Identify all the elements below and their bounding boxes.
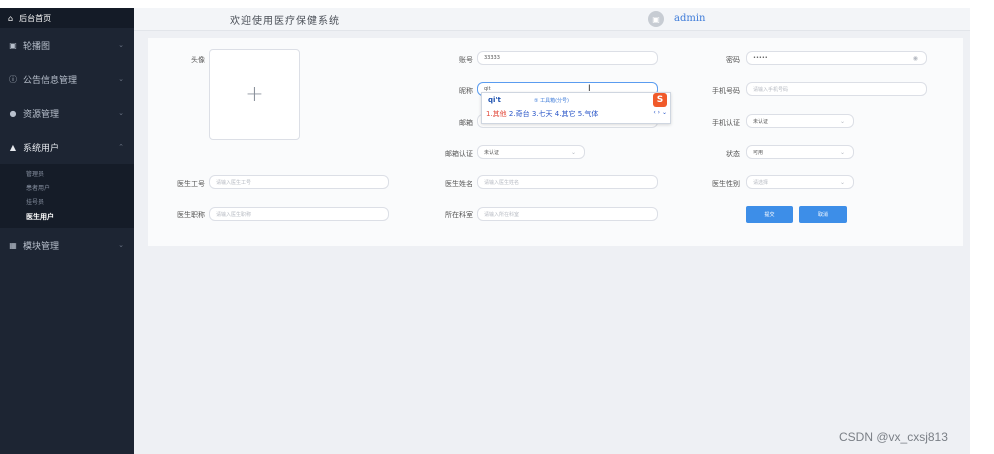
doctor-gender-select[interactable]: 请选择 ⌄ — [746, 175, 854, 189]
cancel-button[interactable]: 取消 — [799, 206, 847, 223]
status-value: 可用 — [753, 149, 764, 156]
phone-input[interactable]: 请输入手机号码 — [746, 82, 927, 96]
sidebar-item-system-users[interactable]: ▲ 系统用户 ⌃ — [0, 130, 134, 164]
sidebar-subitem-doctor[interactable]: 医生用户 — [0, 208, 134, 226]
chevron-down-icon: ⌄ — [839, 178, 845, 186]
chevron-down-icon: ⌄ — [839, 148, 845, 156]
ime-candidate[interactable]: 2.奇台 — [509, 110, 530, 118]
email-verify-label: 邮箱认证 — [445, 150, 473, 158]
chevron-down-icon: ⌄ — [118, 41, 124, 49]
location-icon: ● — [9, 108, 17, 118]
phone-verify-value: 未认证 — [753, 118, 769, 125]
status-label: 状态 — [726, 150, 740, 158]
ime-candidate-popup: qi't ⑤ 工具箱(分号) 1.其他 2.奇台 3.七天 4.其它 5.气体 … — [481, 92, 671, 124]
nickname-label: 昵称 — [459, 87, 473, 95]
sidebar-home-item[interactable]: ⌂ 后台首页 — [0, 8, 134, 28]
ime-candidates: 1.其他 2.奇台 3.七天 4.其它 5.气体 — [486, 109, 598, 119]
account-label: 账号 — [459, 56, 473, 64]
sidebar-item-carousel[interactable]: ▣ 轮播图 ⌄ — [0, 28, 134, 62]
phone-verify-select[interactable]: 未认证 ⌄ — [746, 114, 854, 128]
watermark: CSDN @vx_cxsj813 — [839, 430, 948, 444]
password-input[interactable]: ••••• ◉ — [746, 51, 927, 65]
sidebar-item-label: 模块管理 — [23, 241, 60, 252]
doctor-id-input[interactable]: 请输入医生工号 — [209, 175, 389, 189]
ime-logo-icon: S — [653, 93, 667, 107]
sidebar-item-modules[interactable]: ▦ 模块管理 ⌄ — [0, 228, 134, 262]
ime-candidate[interactable]: 4.其它 — [555, 110, 576, 118]
doctor-id-label: 医生工号 — [177, 180, 205, 188]
avatar-upload[interactable]: + — [209, 49, 300, 140]
home-icon: ⌂ — [8, 13, 14, 23]
chevron-down-icon: ⌄ — [118, 241, 124, 249]
ime-candidate[interactable]: 5.气体 — [578, 110, 599, 118]
sidebar-subitem-admin[interactable]: 管理员 — [0, 166, 134, 180]
chevron-up-icon: ⌃ — [118, 143, 124, 151]
doctor-title-input[interactable]: 请输入医生职称 — [209, 207, 389, 221]
email-label: 邮箱 — [459, 119, 473, 127]
grid-icon: ▦ — [9, 240, 17, 250]
doctor-title-label: 医生职称 — [177, 211, 205, 219]
department-input[interactable]: 请输入所在科室 — [477, 207, 658, 221]
user-icon: ▲ — [9, 142, 17, 152]
chevron-down-icon: ⌄ — [118, 75, 124, 83]
email-verify-select[interactable]: 未认证 ⌄ — [477, 145, 585, 159]
account-input[interactable]: 33333 — [477, 51, 658, 65]
sidebar-item-label: 系统用户 — [23, 143, 60, 154]
chevron-down-icon: ⌄ — [118, 109, 124, 117]
sidebar-item-label: 公告信息管理 — [23, 75, 78, 86]
sidebar-submenu: 管理员 患者用户 挂号员 医生用户 — [0, 164, 134, 228]
info-icon: ⓘ — [9, 74, 17, 84]
doctor-gender-label: 医生性别 — [712, 180, 740, 188]
email-verify-value: 未认证 — [484, 149, 500, 156]
password-label: 密码 — [726, 56, 740, 64]
ime-candidate[interactable]: 3.七天 — [532, 110, 553, 118]
ime-composition: qi't — [488, 96, 501, 104]
topbar: 欢迎使用医疗保健系统 ▣ admin — [134, 8, 970, 31]
doctor-name-input[interactable]: 请输入医生姓名 — [477, 175, 658, 189]
sidebar-subitem-patient[interactable]: 患者用户 — [0, 180, 134, 194]
ime-hint: ⑤ 工具箱(分号) — [534, 98, 569, 104]
phone-verify-label: 手机认证 — [712, 119, 740, 127]
sidebar-subitem-registrar[interactable]: 挂号员 — [0, 194, 134, 208]
phone-label: 手机号码 — [712, 87, 740, 95]
ime-page-arrows-icon[interactable]: ‹ › ⌄ — [653, 109, 667, 116]
plus-icon: + — [245, 82, 264, 107]
sidebar-item-label: 轮播图 — [23, 41, 51, 52]
sidebar-item-announcements[interactable]: ⓘ 公告信息管理 ⌄ — [0, 62, 134, 96]
image-icon: ▣ — [9, 40, 17, 50]
avatar-icon[interactable]: ▣ — [648, 11, 664, 27]
welcome-title: 欢迎使用医疗保健系统 — [230, 15, 340, 27]
password-value: ••••• — [753, 55, 768, 61]
doctor-name-label: 医生姓名 — [445, 180, 473, 188]
avatar-label: 头像 — [191, 56, 205, 64]
eye-icon[interactable]: ◉ — [913, 55, 918, 62]
department-label: 所在科室 — [445, 211, 473, 219]
sidebar-item-label: 资源管理 — [23, 109, 60, 120]
chevron-down-icon: ⌄ — [570, 148, 576, 156]
status-select[interactable]: 可用 ⌄ — [746, 145, 854, 159]
sidebar: ⌂ 后台首页 ▣ 轮播图 ⌄ ⓘ 公告信息管理 ⌄ ● 资源管理 ⌄ ▲ 系统用… — [0, 8, 134, 454]
ime-candidate[interactable]: 1.其他 — [486, 110, 507, 118]
doctor-gender-placeholder: 请选择 — [753, 179, 769, 186]
username[interactable]: admin — [674, 13, 705, 24]
submit-button[interactable]: 提交 — [746, 206, 793, 223]
sidebar-item-resources[interactable]: ● 资源管理 ⌄ — [0, 96, 134, 130]
chevron-down-icon: ⌄ — [839, 117, 845, 125]
sidebar-home-label: 后台首页 — [19, 13, 52, 23]
